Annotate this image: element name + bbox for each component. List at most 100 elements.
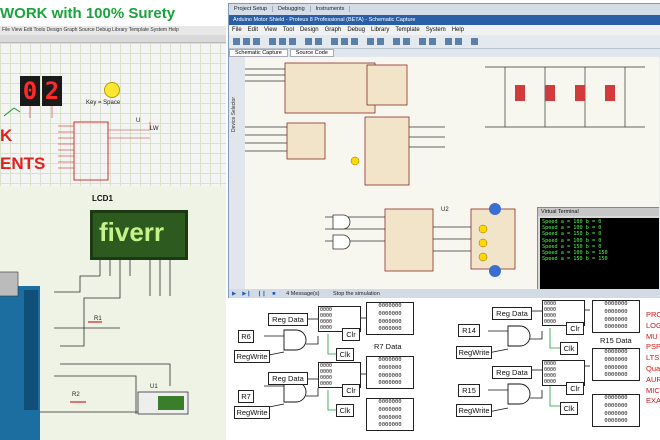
zero-row: 0000000 bbox=[378, 422, 402, 429]
menu-tool[interactable]: Tool bbox=[280, 27, 297, 33]
resistor2-label: R2 bbox=[72, 392, 80, 398]
register-file-panel: Reg Data R6 RegWrite 0000 0000 0000 0000… bbox=[228, 298, 660, 440]
menu-help[interactable]: Help bbox=[449, 27, 467, 33]
zero-row: 0000000 bbox=[604, 395, 628, 401]
zero-row: 0000000 bbox=[604, 301, 628, 307]
pause-icon[interactable]: ❙❙ bbox=[254, 291, 269, 297]
headline-text: WORK with 100% Surety bbox=[0, 5, 176, 22]
virtual-terminal[interactable]: Virtual Terminal Speed a = 100 b = 0 Spee… bbox=[537, 207, 659, 289]
reg-data-input[interactable]: Reg Data bbox=[268, 313, 308, 326]
zero-row: 0000000 bbox=[378, 414, 402, 421]
topic-item: Qua bbox=[646, 363, 660, 373]
reg-data-input[interactable]: Reg Data bbox=[492, 307, 532, 320]
zero-row: 0000000 bbox=[378, 372, 402, 379]
menu-template[interactable]: Template bbox=[392, 27, 422, 33]
menu-view[interactable]: View bbox=[261, 27, 280, 33]
main-toolbar bbox=[229, 35, 660, 49]
zero-row: 0000000 bbox=[604, 372, 628, 379]
clk-input[interactable]: Clk bbox=[560, 342, 578, 355]
menu-file[interactable]: File bbox=[229, 27, 245, 33]
zero-row: 0000000 bbox=[604, 356, 628, 363]
register-output-display: 0000000 0000000 0000000 0000000 bbox=[366, 398, 414, 432]
reg-write-input[interactable]: RegWrite bbox=[456, 404, 492, 417]
side-toolbar[interactable]: Device Selector bbox=[229, 57, 246, 289]
zero-row: 0000000 bbox=[378, 399, 402, 405]
reg-data-input[interactable]: Reg Data bbox=[268, 372, 308, 385]
zero-row: 0000000 bbox=[604, 402, 628, 409]
topic-item: LTS bbox=[646, 353, 660, 363]
reg-select-input[interactable]: R15 bbox=[458, 384, 480, 397]
module-label: U1 bbox=[150, 384, 158, 390]
zero-row: 0000000 bbox=[378, 310, 402, 317]
tab-source-code[interactable]: Source Code bbox=[289, 49, 334, 57]
tab-debugging[interactable]: Debugging bbox=[273, 6, 311, 12]
tab-project-setup[interactable]: Project Setup bbox=[229, 6, 274, 12]
zero-row: 0000000 bbox=[604, 364, 628, 371]
zero-row: 0000000 bbox=[378, 303, 402, 309]
tab-instruments[interactable]: Instruments bbox=[310, 6, 351, 12]
clk-input[interactable]: Clk bbox=[336, 404, 354, 417]
zero-row: 0000000 bbox=[604, 418, 628, 425]
zero-row: 0000000 bbox=[604, 324, 628, 331]
clk-input[interactable]: Clk bbox=[560, 402, 578, 415]
zero-row: 0000000 bbox=[378, 318, 402, 325]
left-top-screenshot: File View Edit Tools Design Graph Source… bbox=[0, 26, 226, 187]
proteus-window: Project Setup Debugging Instruments Arduin… bbox=[228, 3, 660, 300]
zero-row: 0000000 bbox=[604, 308, 628, 315]
menu-design[interactable]: Design bbox=[297, 27, 322, 33]
topic-item: PSP bbox=[646, 342, 660, 352]
circuit-wires bbox=[3, 106, 151, 181]
reg-write-input[interactable]: RegWrite bbox=[456, 346, 492, 359]
zero-row: 0000000 bbox=[604, 316, 628, 323]
menu-library[interactable]: Library bbox=[368, 27, 392, 33]
topic-item: AUR bbox=[646, 374, 660, 384]
reg-write-input[interactable]: RegWrite bbox=[234, 350, 270, 363]
promo-headline: WORK with 100% Surety bbox=[0, 0, 230, 28]
topic-item: MU bbox=[646, 331, 658, 341]
reg-select-input[interactable]: R14 bbox=[458, 324, 480, 337]
register-output-display: 0000000 0000000 0000000 0000000 bbox=[592, 300, 640, 334]
reg-data-input[interactable]: Reg Data bbox=[492, 366, 532, 379]
clr-input[interactable]: Clr bbox=[342, 384, 360, 397]
message-count[interactable]: 4 Message(s) bbox=[280, 291, 319, 297]
toolbar-icons[interactable] bbox=[229, 35, 660, 48]
zero-row: 0000000 bbox=[378, 364, 402, 371]
reg-write-input[interactable]: RegWrite bbox=[234, 406, 270, 419]
register-output-display: 0000000 0000000 0000000 0000000 bbox=[366, 302, 414, 336]
topic-item: PRO bbox=[646, 310, 660, 319]
schematic-canvas[interactable]: U2 Virtual Terminal Speed a = 100 b = 0S… bbox=[245, 57, 659, 289]
clr-input[interactable]: Clr bbox=[342, 328, 360, 341]
stop-icon[interactable]: ■ bbox=[269, 291, 278, 297]
register-caption: R7 Data bbox=[374, 342, 402, 351]
register-caption: R15 Data bbox=[600, 336, 632, 345]
menu-debug[interactable]: Debug bbox=[344, 27, 368, 33]
reg-select-input[interactable]: R7 bbox=[238, 390, 254, 403]
chip-label: U2 bbox=[441, 207, 449, 213]
zero-row: 0000000 bbox=[604, 410, 628, 417]
topic-item: EXA bbox=[646, 396, 660, 406]
device-selector-label: Device Selector bbox=[231, 97, 237, 133]
zero-row: 0000000 bbox=[378, 406, 402, 413]
zero-row: 0000000 bbox=[604, 349, 628, 355]
reg-select-input[interactable]: R6 bbox=[238, 330, 254, 343]
status-text: Stop the simulation bbox=[333, 291, 380, 297]
register-output-display: 0000000 0000000 0000000 0000000 bbox=[366, 356, 414, 390]
tab-schematic-capture[interactable]: Schematic Capture bbox=[229, 49, 288, 57]
menu-graph[interactable]: Graph bbox=[322, 27, 345, 33]
zero-row: 0000000 bbox=[378, 326, 402, 333]
step-icon[interactable]: ▶❙ bbox=[239, 291, 254, 297]
topic-item: LOG bbox=[646, 320, 660, 330]
menu-system[interactable]: System bbox=[423, 27, 449, 33]
virtual-terminal-output: Speed a = 100 b = 0 Speed a = 100 b = 0 Sp… bbox=[540, 218, 659, 289]
register-output-display: 0000000 0000000 0000000 0000000 bbox=[592, 348, 640, 382]
clr-input[interactable]: Clr bbox=[566, 322, 584, 335]
left-bottom-screenshot: LCD1 fiverr R1 R2 U1 bbox=[0, 186, 226, 440]
clr-input[interactable]: Clr bbox=[566, 382, 584, 395]
play-icon[interactable]: ▶ bbox=[229, 291, 239, 297]
top-tab-bar: Project Setup Debugging Instruments bbox=[229, 4, 660, 15]
virtual-terminal-title: Virtual Terminal bbox=[538, 208, 659, 216]
topic-item: MIC bbox=[646, 385, 660, 395]
menu-edit[interactable]: Edit bbox=[245, 27, 261, 33]
clk-input[interactable]: Clk bbox=[336, 348, 354, 361]
resistor-label: R1 bbox=[94, 316, 102, 322]
